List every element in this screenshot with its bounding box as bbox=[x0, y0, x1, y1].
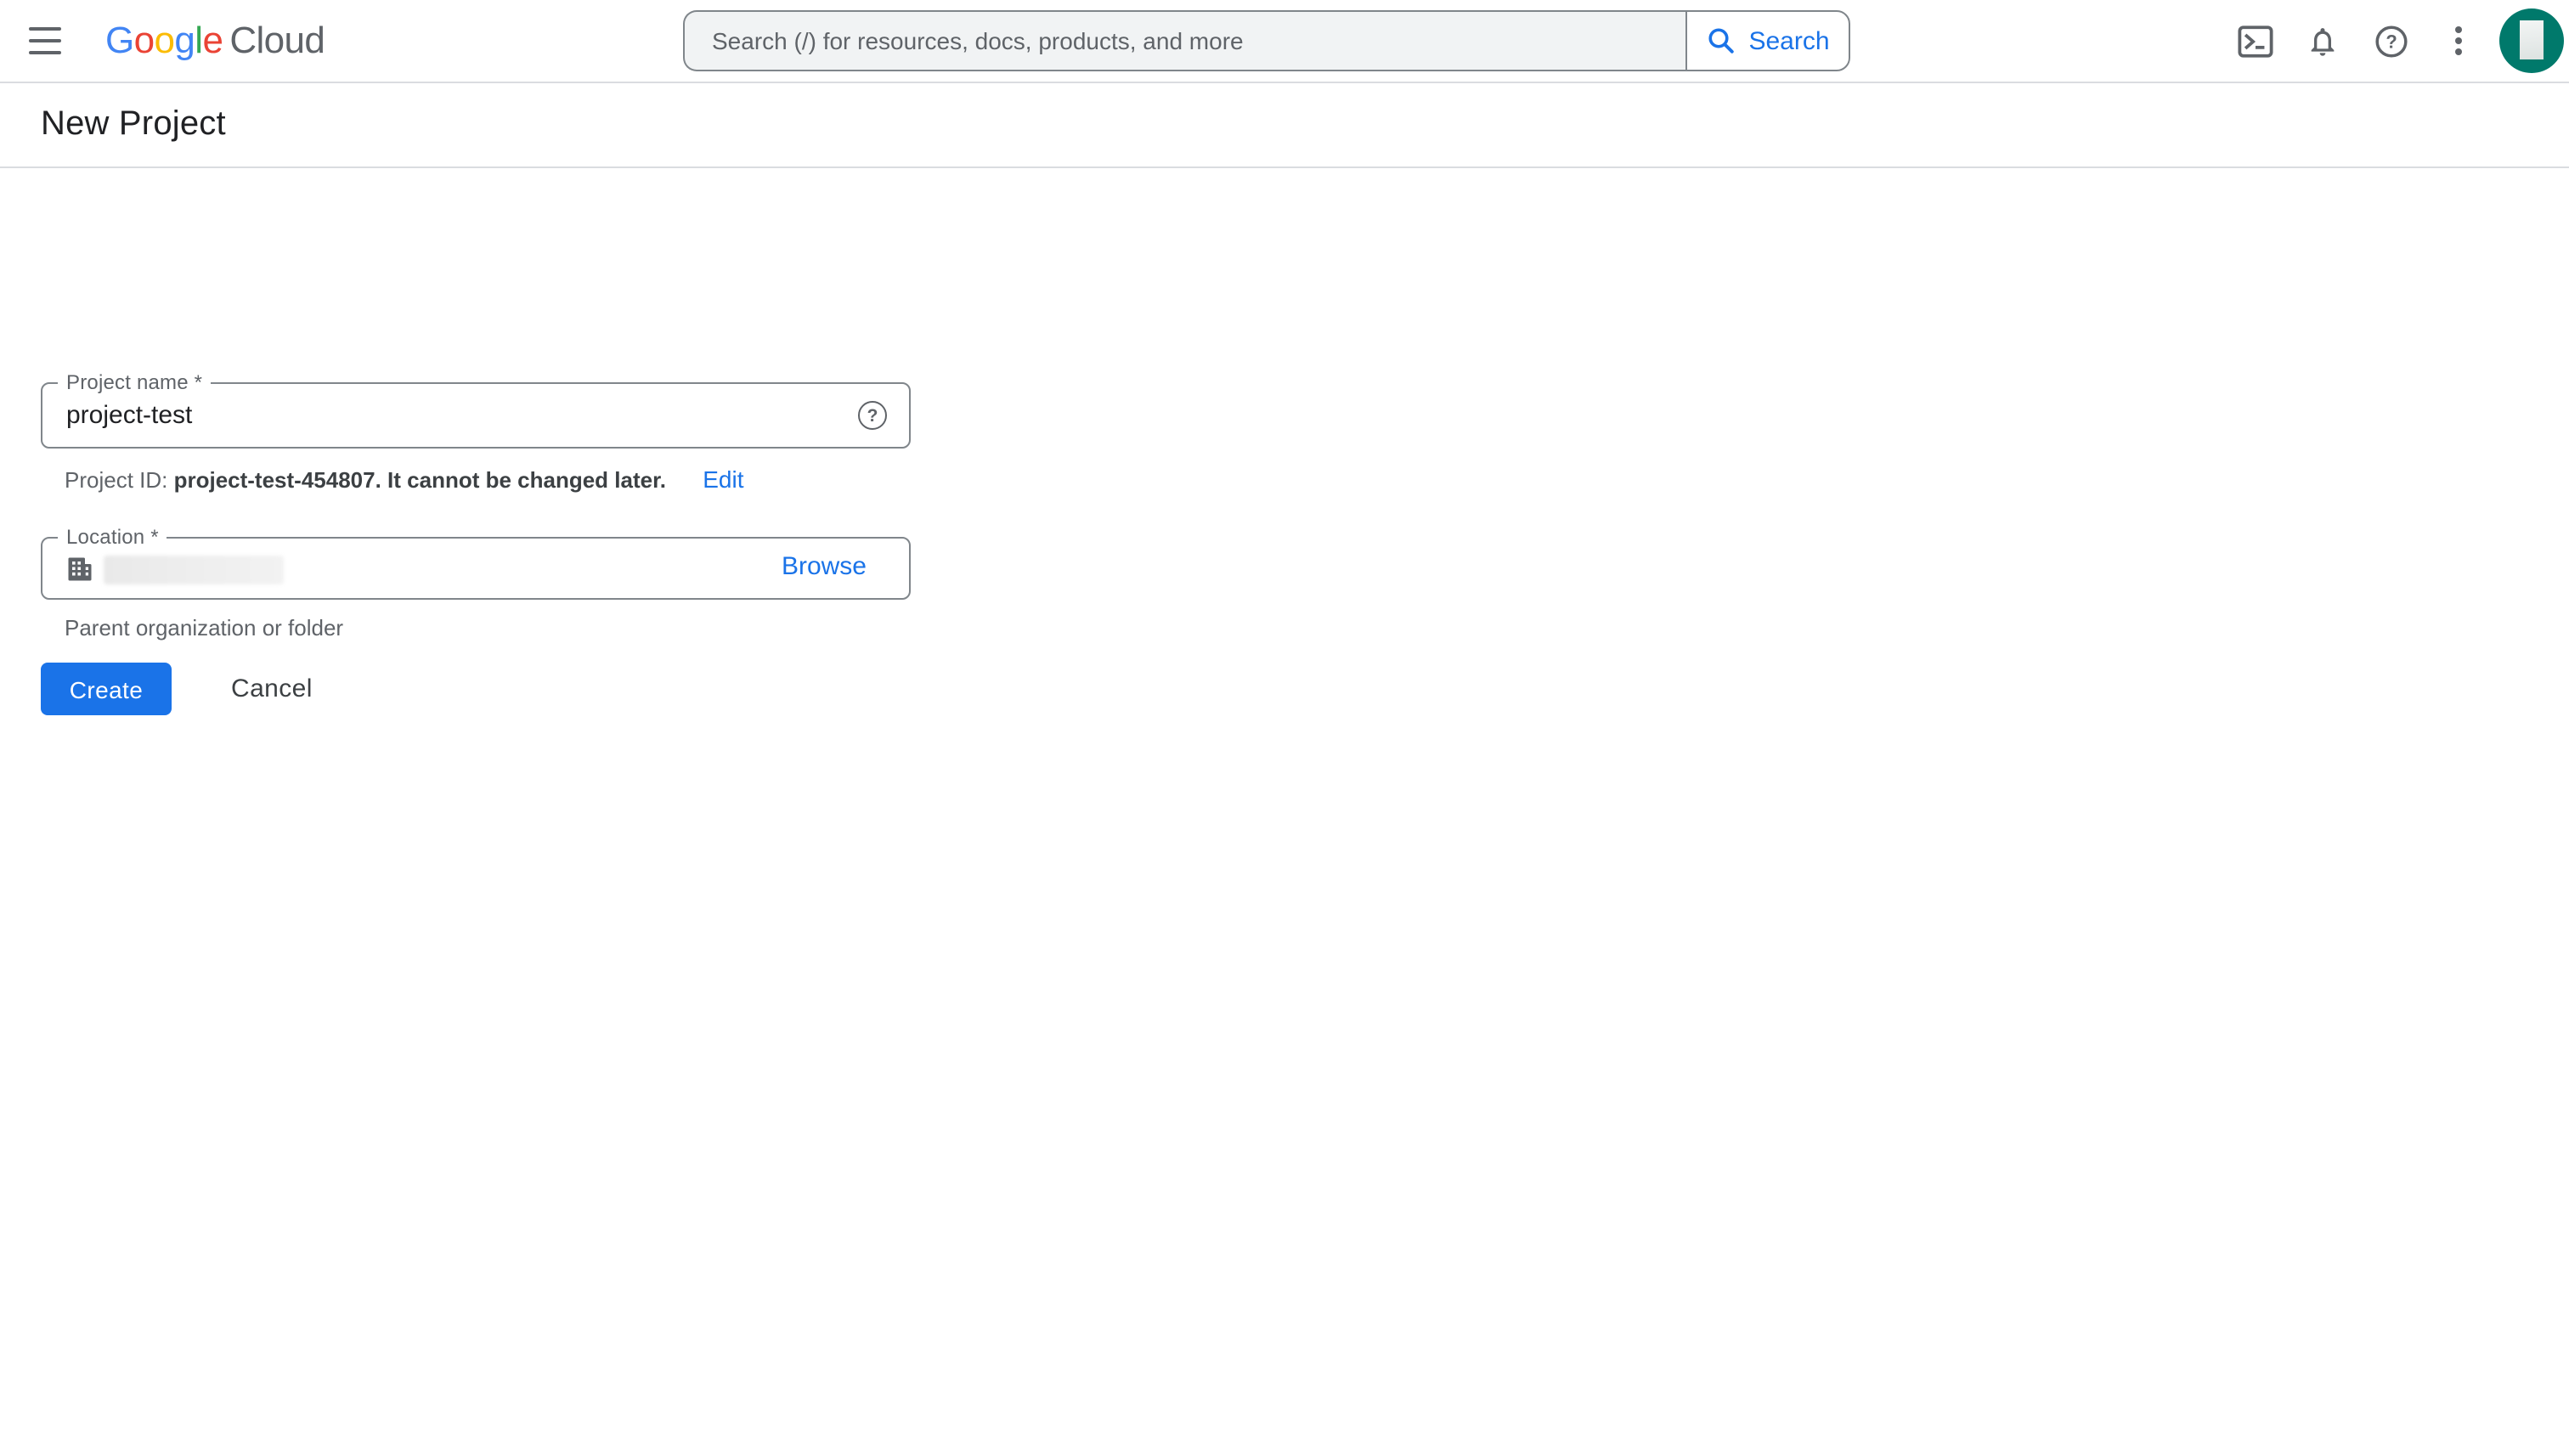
logo-letter: o bbox=[134, 19, 155, 61]
svg-text:?: ? bbox=[2385, 30, 2396, 51]
logo-letter: o bbox=[155, 19, 175, 61]
project-name-help-icon[interactable]: ? bbox=[858, 401, 887, 430]
cloud-shell-terminal-icon[interactable] bbox=[2221, 7, 2289, 75]
project-name-field: Project name * ? bbox=[41, 382, 911, 449]
location-label: Location * bbox=[58, 525, 167, 549]
form-actions: Create Cancel bbox=[41, 663, 330, 715]
cancel-button[interactable]: Cancel bbox=[214, 664, 330, 714]
project-name-input[interactable] bbox=[42, 384, 909, 447]
app-header: GoogleCloud Search ? bbox=[0, 0, 2569, 83]
google-cloud-logo[interactable]: GoogleCloud bbox=[105, 19, 325, 63]
browse-location-link[interactable]: Browse bbox=[782, 552, 867, 581]
project-id-value: project-test-454807. It cannot be change… bbox=[174, 467, 666, 493]
logo-cloud-text: Cloud bbox=[229, 19, 325, 61]
project-id-line: Project ID: project-test-454807. It cann… bbox=[65, 466, 744, 493]
logo-letter: e bbox=[202, 19, 223, 61]
project-id-prefix: Project ID: bbox=[65, 467, 174, 493]
location-field[interactable]: Location * Browse bbox=[41, 537, 911, 600]
logo-letter: G bbox=[105, 19, 134, 61]
avatar[interactable] bbox=[2499, 8, 2564, 73]
header-search: Search bbox=[683, 10, 1850, 71]
page-title-bar: New Project bbox=[0, 83, 2569, 168]
search-input[interactable] bbox=[683, 10, 1685, 71]
menu-icon[interactable] bbox=[29, 24, 66, 58]
gcp-new-project-page: GoogleCloud Search ? bbox=[0, 0, 2569, 1456]
more-vert-icon[interactable] bbox=[2425, 7, 2493, 75]
organization-building-icon bbox=[65, 554, 95, 593]
avatar-image bbox=[2520, 20, 2544, 59]
page-title: New Project bbox=[41, 105, 226, 144]
location-value-redacted bbox=[104, 556, 284, 584]
search-button-label: Search bbox=[1748, 26, 1829, 55]
notifications-bell-icon[interactable] bbox=[2289, 7, 2357, 75]
header-actions: ? bbox=[2221, 0, 2569, 82]
search-button[interactable]: Search bbox=[1685, 10, 1850, 71]
location-helper-text: Parent organization or folder bbox=[65, 615, 343, 641]
edit-project-id-link[interactable]: Edit bbox=[703, 466, 743, 493]
help-icon[interactable]: ? bbox=[2357, 7, 2425, 75]
create-button[interactable]: Create bbox=[41, 663, 172, 715]
logo-letter: g bbox=[174, 19, 195, 61]
new-project-form: Project name * ? Project ID: project-tes… bbox=[0, 168, 2569, 1456]
search-icon bbox=[1706, 25, 1736, 56]
